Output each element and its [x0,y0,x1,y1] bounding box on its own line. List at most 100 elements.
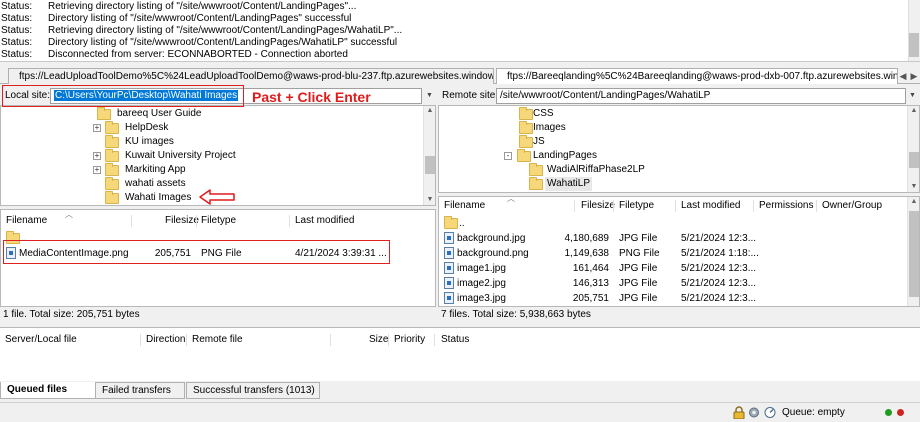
annotation-highlight-box [2,85,244,107]
annotation-instruction: Past + Click Enter [252,89,371,105]
folder-icon [105,121,119,134]
chevron-down-icon[interactable]: ▼ [424,88,435,104]
log-scrollbar[interactable] [908,0,920,61]
collapse-icon[interactable]: - [504,152,512,160]
file-row[interactable]: background.jpg 4,180,689 JPG File 5/21/2… [439,231,907,246]
column-server-local-file[interactable]: Server/Local file [5,332,77,348]
log-message: Disconnected from server: ECONNABORTED -… [48,49,348,60]
local-tree-scrollbar[interactable]: ▲ ▼ [423,106,435,205]
file-name: image1.jpg [457,263,506,274]
remote-directory-tree[interactable]: CSS Images JS - LandingPages WadiAlRiffaP… [438,105,920,193]
tree-item-label: Images [533,122,566,133]
tab-queued-files[interactable]: Queued files [0,382,96,399]
file-type: JPG File [619,263,658,274]
connection-tab-bar: ftps://LeadUploadToolDemo%5C%24LeadUploa… [0,66,920,84]
tab-scroll-right-icon[interactable]: ▶ [909,70,919,82]
tab-failed-transfers[interactable]: Failed transfers [95,382,185,399]
remote-site-input[interactable]: /site/wwwroot/Content/LandingPages/Wahat… [496,88,906,104]
tree-item-label: KU images [125,136,174,147]
column-owner-group[interactable]: Owner/Group [822,198,882,214]
local-file-list-header: Filename ︿ Filesize Filetype Last modifi… [1,210,435,229]
file-name: background.jpg [457,233,526,244]
file-size: 1,149,638 [564,248,610,259]
local-status: 1 file. Total size: 205,751 bytes [0,307,436,322]
column-permissions[interactable]: Permissions [759,198,813,214]
gear-icon[interactable] [748,406,760,419]
file-row[interactable]: image1.jpg 161,464 JPG File 5/21/2024 12… [439,261,907,276]
file-size: 205,751 [572,293,609,304]
folder-icon [519,121,533,134]
folder-icon [519,107,533,120]
log-label: Status: [1,49,33,60]
log-scrollbar-thumb[interactable] [909,33,919,57]
message-log[interactable]: Status: Retrieving directory listing of "… [0,0,920,62]
scrollbar-thumb[interactable] [425,156,435,174]
column-filetype[interactable]: Filetype [619,198,654,214]
chevron-down-icon[interactable]: ▼ [907,88,918,104]
tab-connection-1[interactable]: ftps://LeadUploadToolDemo%5C%24LeadUploa… [8,68,494,84]
file-type: JPG File [619,293,658,304]
tree-item-label: LandingPages [533,150,597,161]
scrollbar-thumb[interactable] [909,211,919,297]
file-row[interactable]: image2.jpg 146,313 JPG File 5/21/2024 12… [439,276,907,291]
transfer-queue[interactable]: Server/Local file Direction Remote file … [0,327,920,381]
remote-file-list-header: Filename ︿ Filesize Filetype Last modifi… [439,196,919,214]
column-last-modified[interactable]: Last modified [295,213,354,229]
expand-icon[interactable]: + [93,166,101,174]
remote-list-scrollbar[interactable]: ▲ [907,197,919,306]
filezilla-window: Status: Retrieving directory listing of "… [0,0,920,422]
tree-item-label: Markiting App [125,164,186,175]
scroll-up-icon[interactable]: ▲ [425,106,435,116]
scroll-down-icon[interactable]: ▼ [425,195,435,205]
file-size: 4,180,689 [564,233,610,244]
tab-scroll-left-icon[interactable]: ◀ [898,70,908,82]
folder-icon [529,163,543,176]
scroll-up-icon[interactable]: ▲ [909,197,919,207]
tree-item-label: HelpDesk [125,122,169,133]
column-status[interactable]: Status [441,332,469,348]
queue-header: Server/Local file Direction Remote file … [0,332,920,348]
tab-successful-transfers[interactable]: Successful transfers (1013) [186,382,320,399]
image-file-icon [444,277,454,289]
remote-file-list[interactable]: Filename ︿ Filesize Filetype Last modifi… [438,196,920,307]
annotation-arrow-icon [199,189,235,205]
column-filesize[interactable]: Filesize [165,213,199,229]
scroll-up-icon[interactable]: ▲ [909,106,919,116]
sort-up-icon: ︿ [507,196,515,203]
folder-icon [519,135,533,148]
file-modified: 5/21/2024 12:3... [681,263,757,274]
tree-item-label: bareeq User Guide [117,108,202,119]
remote-status: 7 files. Total size: 5,938,663 bytes [438,307,920,322]
column-filetype[interactable]: Filetype [201,213,236,229]
column-filename[interactable]: Filename [444,198,485,214]
image-file-icon [444,292,454,304]
queue-tabs: Queued files Failed transfers Successful… [0,381,920,400]
transfer-activity-led-icon [885,409,892,416]
column-size[interactable]: Size [369,332,388,348]
file-modified: 5/21/2024 1:18:... [681,248,759,259]
file-row[interactable]: image3.jpg 205,751 JPG File 5/21/2024 12… [439,291,907,306]
folder-icon [105,177,119,190]
scrollbar-thumb[interactable] [909,152,919,168]
lock-icon[interactable] [733,406,745,419]
tree-item-label: WahatiLP [545,177,592,191]
column-priority[interactable]: Priority [394,332,425,348]
scroll-down-icon[interactable]: ▼ [909,182,919,192]
column-filesize[interactable]: Filesize [581,198,615,214]
expand-icon[interactable]: + [93,124,101,132]
file-row-parent[interactable]: .. [439,216,907,231]
file-type: JPG File [619,278,658,289]
expand-icon[interactable]: + [93,152,101,160]
column-direction[interactable]: Direction [146,332,185,348]
file-size: 146,313 [572,278,609,289]
column-filename[interactable]: Filename [6,213,47,229]
column-remote-file[interactable]: Remote file [192,332,243,348]
remote-tree-scrollbar[interactable]: ▲ ▼ [907,106,919,192]
transfer-activity-led-icon [897,409,904,416]
speed-limit-icon[interactable] [764,406,776,419]
file-type: JPG File [619,233,658,244]
file-row[interactable]: background.png 1,149,638 PNG File 5/21/2… [439,246,907,261]
tab-connection-2[interactable]: ftps://Bareeqlanding%5C%24Bareeqlanding@… [496,68,898,84]
column-last-modified[interactable]: Last modified [681,198,740,214]
file-name: image3.jpg [457,293,506,304]
